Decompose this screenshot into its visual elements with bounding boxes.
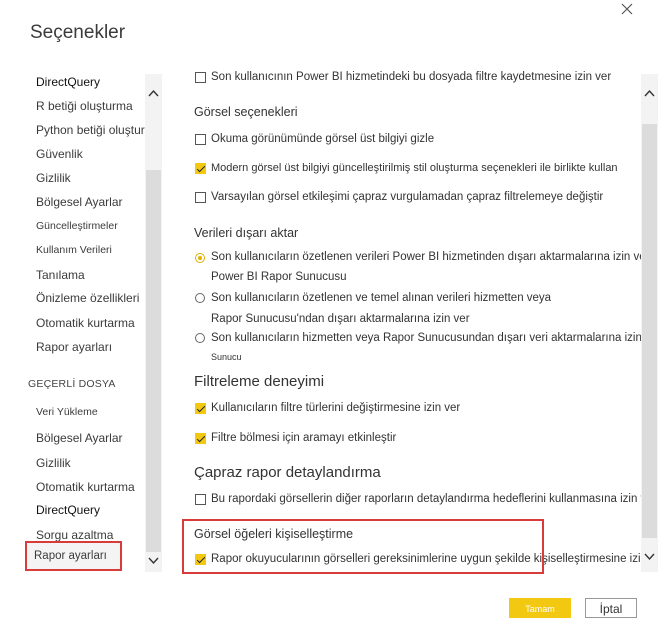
nav-item-auto-recovery[interactable]: Otomatik kurtarma <box>36 316 135 330</box>
filter-experience-heading: Filtreleme deneyimi <box>194 373 325 390</box>
export-summarized-radio[interactable] <box>195 253 205 263</box>
nav-item-label: Rapor ayarları <box>34 550 107 562</box>
nav-item-data-load[interactable]: Veri Yükleme <box>36 406 98 418</box>
settings-content: Son kullanıcının Power BI hizmetindeki b… <box>178 60 648 578</box>
nav-item-preview-features[interactable]: Önizleme özellikleri <box>36 291 139 305</box>
nav-item-updates[interactable]: Güncelleştirmeler <box>36 220 118 232</box>
modern-visual-header-checkbox[interactable] <box>195 163 206 174</box>
nav-item-report-settings[interactable]: Rapor ayarları <box>36 340 112 354</box>
export-summarized-label: Son kullanıcıların özetlenen verileri Po… <box>211 251 648 263</box>
content-scrollbar-thumb[interactable] <box>642 124 657 538</box>
cross-filter-default-checkbox[interactable] <box>195 192 206 203</box>
nav-item-file-report-settings[interactable]: Rapor ayarları <box>25 541 122 571</box>
visual-options-heading: Görsel seçenekleri <box>194 105 298 119</box>
ok-button[interactable]: Tamam <box>509 598 571 618</box>
export-underlying-label: Son kullanıcıların özetlenen ve temel al… <box>211 292 552 304</box>
close-icon[interactable] <box>620 2 640 22</box>
filter-save-label: Son kullanıcının Power BI hizmetindeki b… <box>211 71 612 83</box>
cross-filter-default-label: Varsayılan görsel etkileşimi çapraz vurg… <box>211 191 604 203</box>
filter-search-checkbox[interactable] <box>195 433 206 444</box>
nav-item-file-directquery[interactable]: DirectQuery <box>36 503 100 517</box>
nav-item-query-reduction[interactable]: Sorgu azaltma <box>36 528 113 542</box>
nav-item-security[interactable]: Güvenlik <box>36 147 83 161</box>
nav-item-usage-data[interactable]: Kullanım Verileri <box>36 244 112 256</box>
cross-report-checkbox[interactable] <box>195 494 206 505</box>
export-none-label: Son kullanıcıların hizmetten veya Rapor … <box>211 332 648 344</box>
nav-item-diagnostics[interactable]: Tanılama <box>36 268 85 282</box>
filter-type-change-checkbox[interactable] <box>195 403 206 414</box>
nav-item-file-auto-recovery[interactable]: Otomatik kurtarma <box>36 480 135 494</box>
chevron-up-icon[interactable] <box>147 88 160 101</box>
cross-report-label: Bu rapordaki görsellerin diğer raporları… <box>211 493 648 505</box>
export-underlying-label-2: Rapor Sunucusu'ndan dışarı aktarmalarına… <box>211 313 470 325</box>
nav-item-privacy[interactable]: Gizlilik <box>36 171 71 185</box>
export-none-label-2: Sunucu <box>211 352 242 362</box>
chevron-down-icon[interactable] <box>147 556 160 569</box>
chevron-up-icon[interactable] <box>643 88 656 101</box>
filter-type-change-label: Kullanıcıların filtre türlerini değiştir… <box>211 402 461 414</box>
nav-section-current-file: GEÇERLİ DOSYA <box>28 378 116 390</box>
nav-scrollbar-thumb[interactable] <box>146 170 161 552</box>
nav-item-file-privacy[interactable]: Gizlilik <box>36 456 71 470</box>
export-data-heading: Verileri dışarı aktar <box>194 226 299 240</box>
nav-item-directquery[interactable]: DirectQuery <box>36 75 100 89</box>
chevron-down-icon[interactable] <box>643 552 656 565</box>
export-summarized-label-2: Power BI Rapor Sunucusu <box>211 271 347 283</box>
content-scrollbar[interactable] <box>641 74 658 572</box>
personalize-highlight <box>182 519 544 574</box>
export-underlying-radio[interactable] <box>195 293 205 303</box>
nav-item-python-scripting[interactable]: Python betiği oluşturma <box>36 123 161 137</box>
dialog-title: Seçenekler <box>30 22 126 43</box>
nav-item-r-scripting[interactable]: R betiği oluşturma <box>36 99 133 113</box>
cancel-button[interactable]: İptal <box>585 598 637 618</box>
filter-save-checkbox[interactable] <box>195 72 206 83</box>
hide-visual-header-label: Okuma görünümünde görsel üst bilgiyi giz… <box>211 133 435 145</box>
nav-scrollbar[interactable] <box>145 74 162 572</box>
export-none-radio[interactable] <box>195 333 205 343</box>
hide-visual-header-checkbox[interactable] <box>195 134 206 145</box>
filter-search-label: Filtre bölmesi için aramayı etkinleştir <box>211 432 397 444</box>
cross-report-heading: Çapraz rapor detaylandırma <box>194 464 381 481</box>
nav-item-file-regional-settings[interactable]: Bölgesel Ayarlar <box>36 431 123 445</box>
modern-visual-header-label: Modern görsel üst bilgiyi güncelleştiril… <box>211 162 618 174</box>
nav-item-regional-settings[interactable]: Bölgesel Ayarlar <box>36 195 123 209</box>
